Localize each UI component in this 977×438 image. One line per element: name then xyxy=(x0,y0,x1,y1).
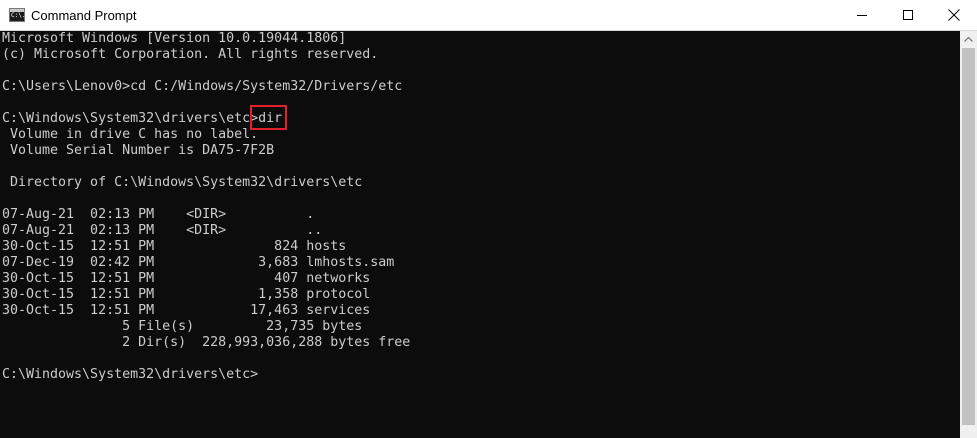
vertical-scrollbar[interactable] xyxy=(960,31,977,438)
scroll-up-button[interactable] xyxy=(960,31,977,48)
minimize-icon xyxy=(857,15,867,16)
title-bar[interactable]: C:\. Command Prompt xyxy=(0,0,977,31)
window-title: Command Prompt xyxy=(31,8,137,23)
maximize-button[interactable] xyxy=(885,0,931,30)
console-line: C:\Users\Lenov0>cd C:/Windows/System32/D… xyxy=(2,79,403,94)
console-line: (c) Microsoft Corporation. All rights re… xyxy=(2,47,379,62)
close-icon xyxy=(948,9,960,21)
console-line: 07-Dec-19 02:42 PM 3,683 lmhosts.sam xyxy=(2,255,395,270)
console-output[interactable]: Microsoft Windows [Version 10.0.19044.18… xyxy=(0,31,960,438)
console-line: C:\Windows\System32\drivers\etc>dir xyxy=(2,111,283,126)
console-line: 07-Aug-21 02:13 PM <DIR> .. xyxy=(2,223,323,238)
scroll-thumb[interactable] xyxy=(962,48,975,425)
maximize-icon xyxy=(903,10,913,20)
minimize-button[interactable] xyxy=(839,0,885,30)
console-line: Volume Serial Number is DA75-7F2B xyxy=(2,143,275,158)
command-prompt-window: C:\. Command Prompt Microsoft Windows [V… xyxy=(0,0,977,438)
console-prompt-line: C:\Windows\System32\drivers\etc> xyxy=(2,367,259,382)
chevron-up-icon xyxy=(964,37,973,42)
console-line: Microsoft Windows [Version 10.0.19044.18… xyxy=(2,31,347,46)
app-icon-text: C:\. xyxy=(11,12,26,19)
close-button[interactable] xyxy=(931,0,977,30)
console-line: 5 File(s) 23,735 bytes xyxy=(2,319,363,334)
console-line: Volume in drive C has no label. xyxy=(2,127,259,142)
dir-command-highlight xyxy=(250,105,287,130)
console-line: 30-Oct-15 12:51 PM 1,358 protocol xyxy=(2,287,371,302)
console-line: 2 Dir(s) 228,993,036,288 bytes free xyxy=(2,335,411,350)
console-line: 07-Aug-21 02:13 PM <DIR> . xyxy=(2,207,315,222)
console-line: 30-Oct-15 12:51 PM 407 networks xyxy=(2,271,371,286)
console-line: 30-Oct-15 12:51 PM 17,463 services xyxy=(2,303,371,318)
command-prompt-icon[interactable]: C:\. xyxy=(9,8,25,22)
console-line: 30-Oct-15 12:51 PM 824 hosts xyxy=(2,239,347,254)
console-line: Directory of C:\Windows\System32\drivers… xyxy=(2,175,363,190)
